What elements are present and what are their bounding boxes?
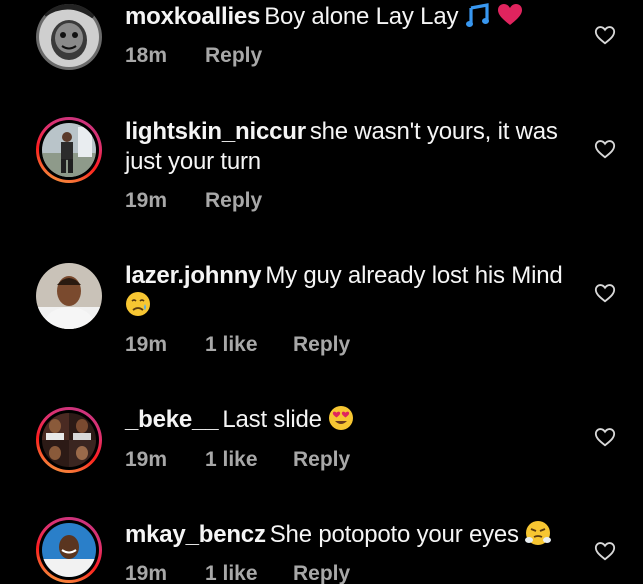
like-button[interactable] (594, 138, 616, 160)
comment-text: lightskin_niccur she wasn't yours, it was… (125, 117, 580, 177)
like-button[interactable] (594, 282, 616, 304)
avatar-image (42, 413, 96, 467)
comment-meta: 19m Reply (125, 189, 262, 213)
avatar[interactable] (36, 4, 102, 70)
avatar[interactable] (36, 407, 102, 473)
heart-outline-icon (594, 428, 616, 447)
comment-meta: 18m Reply (125, 44, 262, 68)
reply-button[interactable]: Reply (205, 189, 262, 213)
like-button[interactable] (594, 426, 616, 448)
comment-username[interactable]: lightskin_niccur (125, 118, 306, 145)
comment-body: She potopoto your eyes (269, 521, 519, 548)
like-count[interactable]: 1 like (205, 562, 293, 584)
comment-username[interactable]: lazer.johnny (125, 262, 262, 289)
like-button[interactable] (594, 540, 616, 562)
comment-username[interactable]: mkay_bencz (125, 521, 266, 548)
comment-text: mkay_bencz She potopoto your eyes (125, 520, 580, 550)
comment-username[interactable]: _beke__ (125, 406, 219, 433)
heart-eyes-emoji (329, 406, 354, 430)
triumph-emoji (525, 521, 552, 545)
avatar[interactable] (36, 117, 102, 183)
comment-time: 19m (125, 333, 168, 356)
comment-body: My guy already lost his Mind (265, 262, 563, 289)
avatar-image (36, 263, 102, 329)
comment-username[interactable]: moxkoallies (125, 3, 260, 30)
avatar-image (42, 523, 96, 577)
like-count[interactable]: 1 like (205, 448, 293, 472)
like-count[interactable]: 1 like (205, 333, 293, 357)
music-note-emoji (465, 3, 489, 27)
comment-meta: 19m 1 like Reply (125, 448, 350, 472)
avatar[interactable] (36, 263, 102, 329)
reply-button[interactable]: Reply (293, 333, 350, 357)
comment-text: _beke__ Last slide (125, 405, 580, 435)
avatar-image (42, 123, 96, 177)
comment-time: 18m (125, 44, 168, 67)
disappointed-relieved-emoji (126, 292, 150, 316)
heart-outline-icon (594, 284, 616, 303)
comment-text: moxkoallies Boy alone Lay Lay (125, 2, 580, 32)
comment-text: lazer.johnny My guy already lost his Mind (125, 261, 580, 321)
reply-button[interactable]: Reply (205, 44, 262, 68)
avatar-image (36, 4, 102, 70)
avatar[interactable] (36, 517, 102, 583)
comment-body: Last slide (222, 406, 322, 433)
comments-list: moxkoalliesBoy alone Lay Lay 18m Reply (0, 0, 643, 584)
comment-body: Boy alone Lay Lay (264, 3, 459, 30)
like-button[interactable] (594, 24, 616, 46)
comment-time: 19m (125, 189, 168, 212)
comment-time: 19m (125, 562, 168, 584)
heart-outline-icon (594, 542, 616, 561)
comment-meta: 19m 1 like Reply (125, 333, 350, 357)
reply-button[interactable]: Reply (293, 448, 350, 472)
comment-time: 19m (125, 448, 168, 471)
heart-outline-icon (594, 26, 616, 45)
comment-meta: 19m 1 like Reply (125, 562, 350, 584)
red-heart-emoji (498, 4, 523, 25)
reply-button[interactable]: Reply (293, 562, 350, 584)
heart-outline-icon (594, 140, 616, 159)
